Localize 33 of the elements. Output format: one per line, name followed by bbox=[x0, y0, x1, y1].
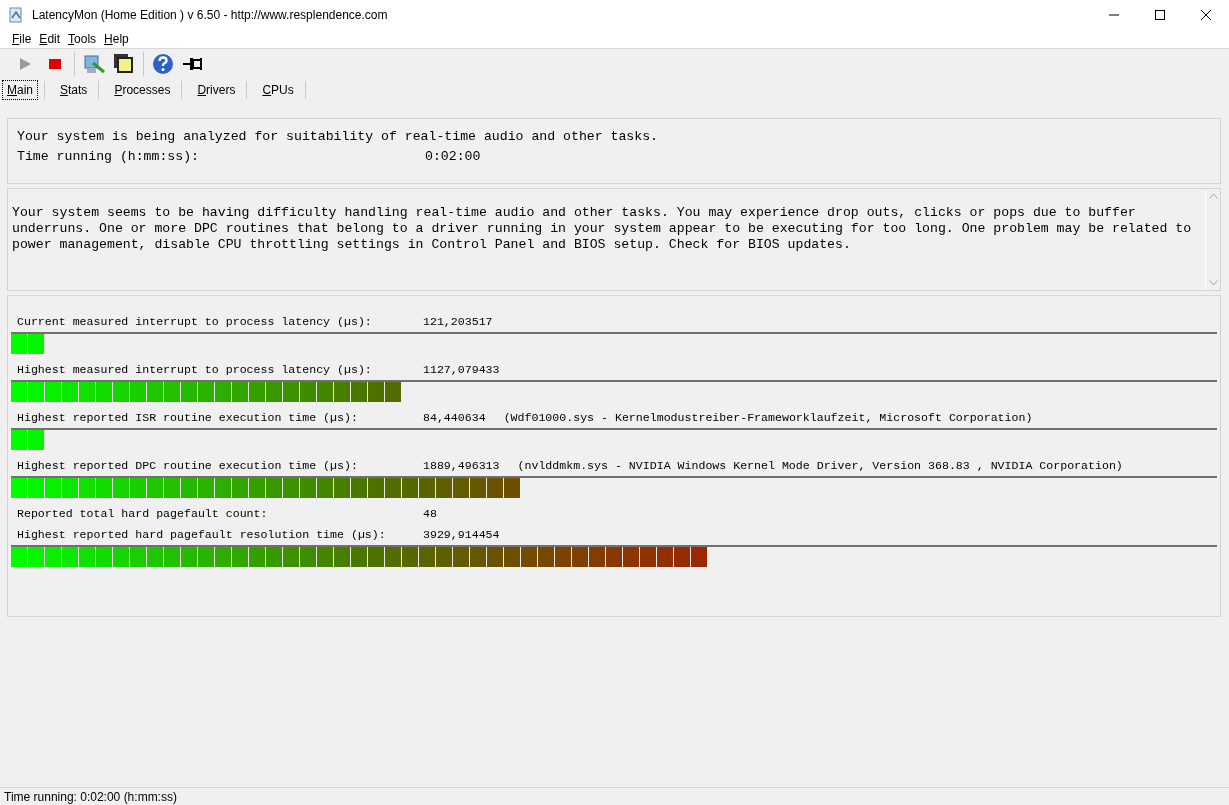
measurement-label: Reported total hard pagefault count: bbox=[17, 507, 269, 520]
measurement-label: Current measured interrupt to process latency (µs): bbox=[17, 315, 373, 328]
tab[interactable]: Stats bbox=[55, 80, 93, 100]
tab[interactable]: Main bbox=[2, 80, 38, 100]
tab[interactable]: Processes bbox=[109, 80, 176, 100]
measurement-label: Highest reported ISR routine execution time (µs): bbox=[17, 411, 359, 424]
maximize-icon[interactable] bbox=[1155, 10, 1165, 20]
menu-item[interactable]: File bbox=[8, 32, 36, 46]
time-value: 0:02:00 bbox=[425, 149, 481, 164]
app-icon bbox=[8, 7, 24, 23]
measurement-label: Highest measured interrupt to process latency (µs): bbox=[17, 363, 373, 376]
measurement-value: 3929,914454 bbox=[423, 528, 500, 541]
diagnosis-text: Your system seems to be having difficulty handling real-time audio and other tasks. You may experience drop outs, clicks or pops due to buffer underruns. One or more DPC routines that belong to a driver running in your system appear to be executing for too long. One problem may be related to power management, disable CPU throttling settings in Control Panel and BIOS setup. Check for BIOS updates. bbox=[12, 205, 1193, 254]
measurement-value: 1889,496313 bbox=[423, 459, 500, 472]
close-icon[interactable] bbox=[1201, 10, 1211, 20]
measurement-label: Highest reported hard pagefault resolution time (µs): bbox=[17, 528, 387, 541]
menu-item[interactable]: Edit bbox=[35, 32, 65, 46]
tab[interactable]: CPUs bbox=[257, 80, 299, 100]
measurement-value: 121,203517 bbox=[423, 315, 493, 328]
measurement-label: Highest reported DPC routine execution time (µs): bbox=[17, 459, 359, 472]
measurement-detail: (Wdf01000.sys - Kernelmodustreiber-Frameworklaufzeit, Microsoft Corporation) bbox=[503, 411, 1033, 424]
menu-item[interactable]: Help bbox=[100, 32, 133, 46]
status-bar-text: Time running: 0:02:00 (h:mm:ss) bbox=[4, 789, 177, 804]
tab[interactable]: Drivers bbox=[192, 80, 241, 100]
menu-item[interactable]: Tools bbox=[64, 32, 101, 46]
status-message: Your system is being analyzed for suitability of real-time audio and other tasks. bbox=[17, 129, 660, 144]
help-icon[interactable] bbox=[150, 51, 176, 77]
window-title: LatencyMon (Home Edition ) v 6.50 - http://www.resplendence.com bbox=[32, 8, 389, 22]
measurement-value: 84,440634 bbox=[423, 411, 486, 424]
measurement-value: 48 bbox=[423, 507, 437, 520]
measurement-detail: (nvlddmkm.sys - NVIDIA Windows Kernel Mode Driver, Version 368.83 , NVIDIA Corporation) bbox=[517, 459, 1123, 472]
time-label: Time running (h:mm:ss): bbox=[17, 149, 201, 164]
measurement-value: 1127,079433 bbox=[423, 363, 500, 376]
